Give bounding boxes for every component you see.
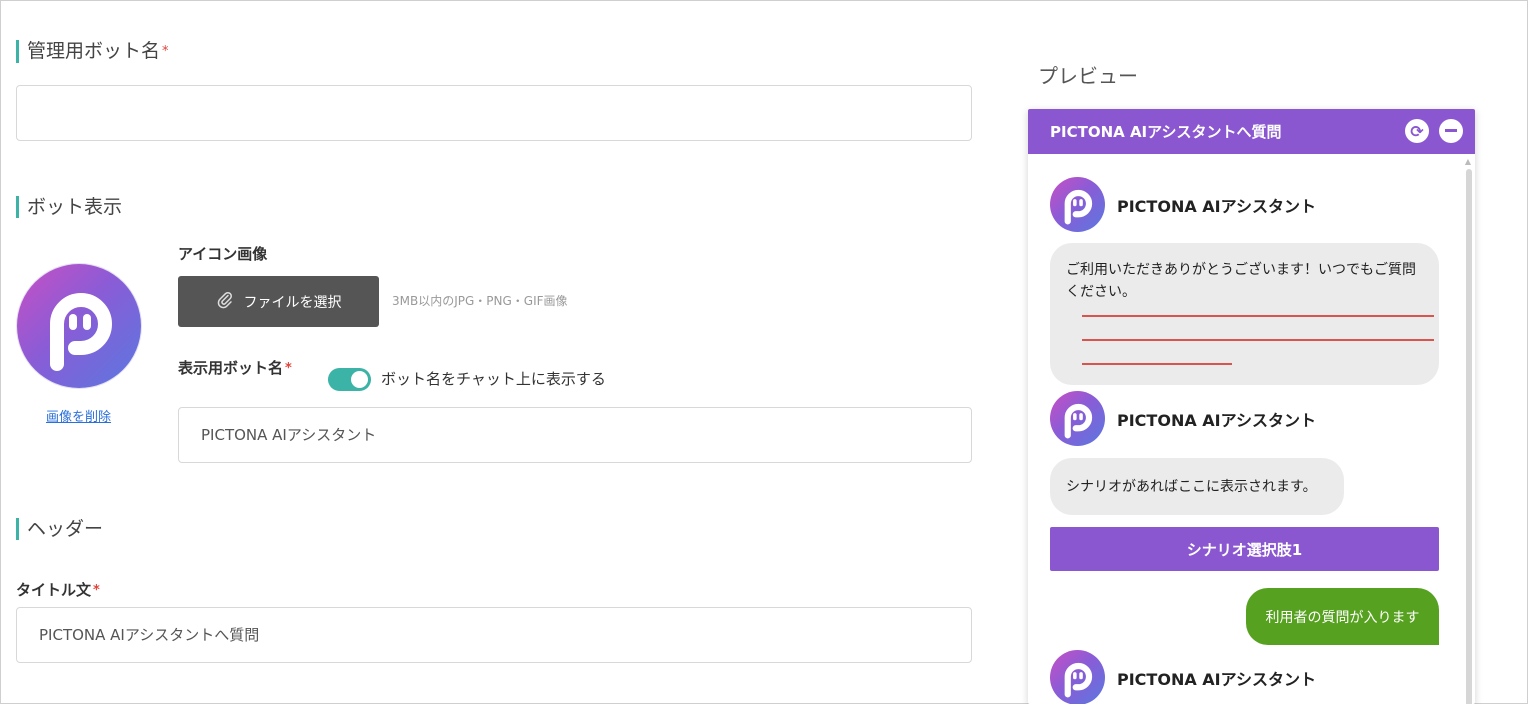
file-hint: 3MB以内のJPG・PNG・GIF画像: [392, 294, 568, 308]
title-text-input[interactable]: PICTONA AIアシスタントへ質問: [16, 607, 972, 663]
scenario-message: シナリオがあればここに表示されます。: [1066, 478, 1317, 495]
scroll-up-arrow[interactable]: ▲: [1465, 157, 1471, 166]
bot-name: PICTONA AIアシスタント: [1117, 410, 1316, 430]
file-select-label: ファイルを選択: [243, 294, 342, 311]
required-mark: *: [162, 43, 169, 59]
welcome-message: ご利用いただきありがとうございます！いつでもご質問ください。: [1066, 262, 1416, 300]
delete-image-link[interactable]: 画像を削除: [46, 406, 111, 425]
bot-name: PICTONA AIアシスタント: [1117, 196, 1316, 216]
bot-message-header: PICTONA AIアシスタント: [1050, 391, 1316, 446]
show-bot-name-toggle[interactable]: [328, 368, 371, 391]
redacted-line: [1082, 315, 1434, 317]
bot-message-header: PICTONA AIアシスタント: [1050, 650, 1316, 704]
section-title-bot-display: ボット表示: [16, 196, 122, 218]
paperclip-icon: [216, 291, 234, 313]
admin-bot-name-input[interactable]: [16, 85, 972, 141]
required-mark: *: [93, 583, 100, 598]
refresh-icon[interactable]: ⟳: [1405, 119, 1429, 143]
preview-title: プレビュー: [1038, 64, 1138, 88]
bot-avatar-icon: [1050, 391, 1105, 446]
icon-image-label: アイコン画像: [178, 245, 268, 263]
scenario-message-bubble: シナリオがあればここに表示されます。: [1050, 458, 1344, 515]
chat-header-title: PICTONA AIアシスタントへ質問: [1050, 123, 1282, 141]
chat-preview: PICTONA AIアシスタントへ質問 ⟳ ▲ PICTONA AIアシスタント…: [1028, 109, 1475, 704]
bot-name: PICTONA AIアシスタント: [1117, 669, 1316, 689]
display-name-label: 表示用ボット名 *: [178, 359, 292, 377]
section-title-header: ヘッダー: [16, 518, 103, 540]
section-title-admin-bot-name: 管理用ボット名 *: [16, 40, 169, 63]
bot-message-header: PICTONA AIアシスタント: [1050, 177, 1316, 232]
bot-avatar-icon: [1050, 177, 1105, 232]
chat-scrollbar[interactable]: [1466, 169, 1472, 704]
file-select-button[interactable]: ファイルを選択: [178, 276, 379, 327]
minimize-icon[interactable]: [1439, 119, 1463, 143]
bot-avatar-icon: [17, 264, 141, 388]
redacted-line: [1082, 339, 1434, 341]
user-message-bubble: 利用者の質問が入ります: [1246, 588, 1439, 645]
display-name-input[interactable]: PICTONA AIアシスタント: [178, 407, 972, 463]
toggle-label: ボット名をチャット上に表示する: [381, 370, 606, 388]
required-mark: *: [285, 361, 292, 376]
title-text-label: タイトル文 *: [16, 581, 100, 599]
bot-avatar-icon: [1050, 650, 1105, 704]
chat-header: PICTONA AIアシスタントへ質問 ⟳: [1028, 109, 1475, 154]
welcome-message-bubble: ご利用いただきありがとうございます！いつでもご質問ください。: [1050, 243, 1439, 385]
scenario-option-button[interactable]: シナリオ選択肢1: [1050, 527, 1439, 571]
redacted-line: [1082, 363, 1232, 365]
